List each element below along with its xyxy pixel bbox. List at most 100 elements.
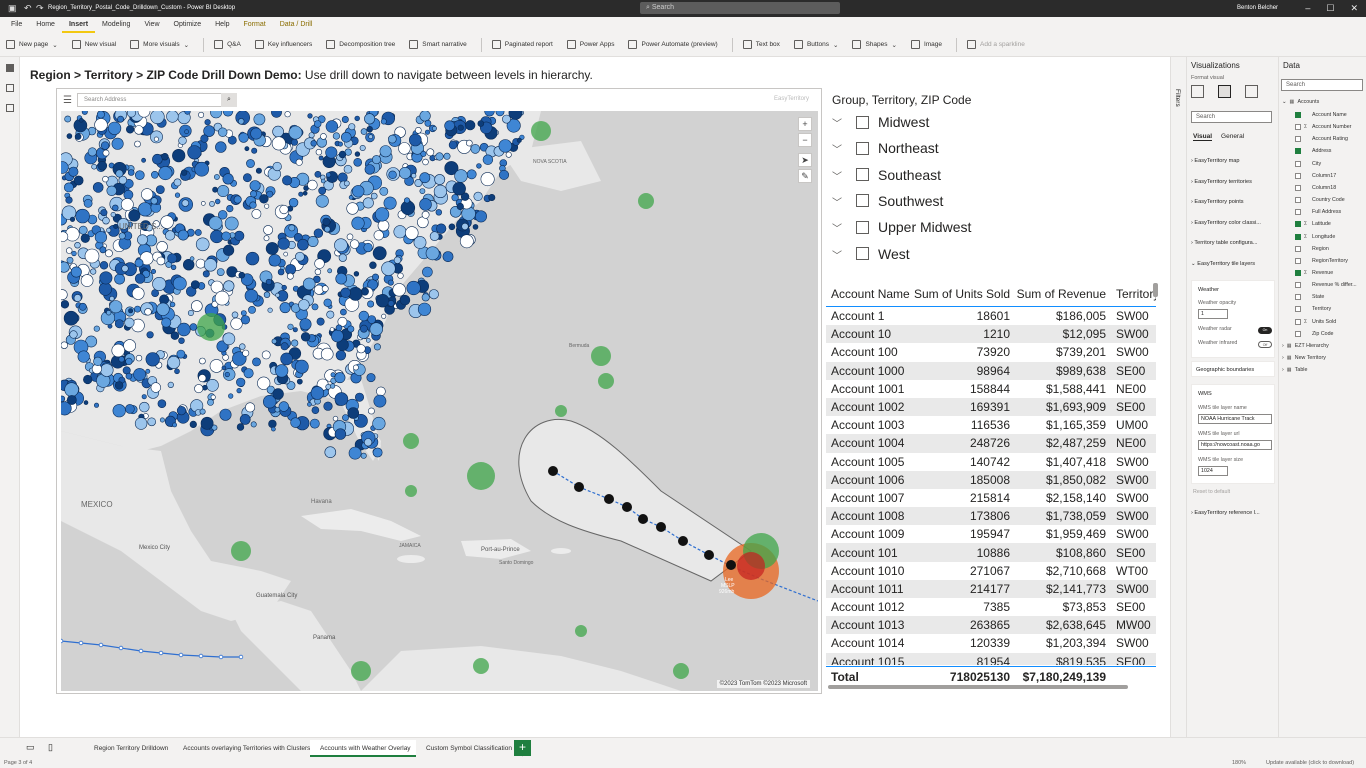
- viz-search-input[interactable]: Search: [1191, 111, 1272, 123]
- account-point[interactable]: [364, 164, 375, 175]
- account-point[interactable]: [240, 315, 250, 325]
- account-point[interactable]: [98, 282, 113, 296]
- account-point[interactable]: [200, 134, 209, 143]
- col-header-revenue[interactable]: Sum of Revenue: [1014, 287, 1110, 301]
- ribbon-smart-narrative-button[interactable]: Smart narrative: [409, 40, 467, 49]
- account-point[interactable]: [263, 291, 271, 298]
- account-point[interactable]: [253, 113, 266, 126]
- account-point[interactable]: [456, 202, 464, 211]
- account-point[interactable]: [90, 268, 97, 275]
- menu-optimize[interactable]: Optimize: [167, 17, 209, 33]
- field-city[interactable]: City: [1295, 160, 1321, 167]
- account-point[interactable]: [334, 238, 348, 252]
- account-point[interactable]: [153, 136, 159, 142]
- update-notice[interactable]: Update available (click to download): [1266, 760, 1354, 766]
- account-point[interactable]: [242, 349, 250, 357]
- account-point[interactable]: [323, 298, 332, 308]
- account-point[interactable]: [167, 253, 178, 264]
- account-point[interactable]: [472, 224, 479, 230]
- menu-home[interactable]: Home: [29, 17, 62, 33]
- checkbox[interactable]: [856, 220, 869, 234]
- build-visual-icon[interactable]: [1191, 85, 1204, 98]
- account-point[interactable]: [209, 359, 224, 373]
- account-point[interactable]: [176, 349, 186, 359]
- account-point[interactable]: [201, 201, 206, 206]
- account-point[interactable]: [443, 152, 451, 160]
- account-point[interactable]: [362, 197, 374, 209]
- account-point[interactable]: [367, 300, 375, 308]
- data-search-input[interactable]: Search: [1281, 79, 1363, 91]
- account-point[interactable]: [354, 115, 360, 122]
- account-point[interactable]: [290, 417, 301, 428]
- account-point[interactable]: [161, 152, 169, 161]
- account-point[interactable]: [320, 133, 327, 140]
- account-point[interactable]: [314, 268, 322, 276]
- account-point[interactable]: [268, 254, 282, 267]
- account-point[interactable]: [424, 129, 430, 135]
- account-point[interactable]: [199, 357, 206, 365]
- account-point[interactable]: [151, 170, 159, 179]
- field-revenue-differ[interactable]: Revenue % differ...: [1295, 282, 1357, 289]
- account-point[interactable]: [480, 172, 495, 187]
- account-point[interactable]: [97, 160, 108, 171]
- account-point[interactable]: [314, 120, 322, 128]
- add-page-button[interactable]: +: [514, 740, 531, 756]
- account-point[interactable]: [366, 373, 376, 383]
- account-point[interactable]: [261, 350, 271, 360]
- account-point[interactable]: [288, 224, 296, 232]
- account-point[interactable]: [280, 342, 289, 351]
- table-row[interactable]: Account 1014 120339 $1,203,394 SW00: [826, 634, 1156, 652]
- account-point[interactable]: [64, 382, 79, 397]
- account-point[interactable]: [203, 258, 218, 272]
- page-tab[interactable]: Accounts overlaying Territories with Clu…: [173, 740, 322, 757]
- field-checkbox[interactable]: [1295, 124, 1301, 131]
- ribbon-shapes-button[interactable]: Shapes ⌄: [852, 40, 897, 49]
- tab-visual[interactable]: Visual: [1193, 133, 1213, 141]
- account-point[interactable]: [141, 394, 147, 400]
- account-point[interactable]: [156, 256, 166, 266]
- field-checkbox[interactable]: [1295, 136, 1301, 143]
- account-point[interactable]: [178, 337, 185, 344]
- account-point[interactable]: [210, 394, 216, 400]
- account-point[interactable]: [78, 302, 87, 311]
- account-point[interactable]: [69, 216, 76, 222]
- field-units-sold[interactable]: Σ Units Sold: [1295, 318, 1336, 325]
- account-point[interactable]: [174, 192, 181, 198]
- account-point[interactable]: [387, 300, 395, 307]
- account-point[interactable]: [288, 125, 303, 140]
- table-vscrollbar[interactable]: [1153, 283, 1158, 297]
- account-point[interactable]: [137, 234, 148, 246]
- account-point[interactable]: [221, 365, 227, 371]
- checkbox[interactable]: [856, 115, 869, 129]
- col-header-units[interactable]: Sum of Units Sold: [914, 287, 1014, 301]
- account-point[interactable]: [156, 241, 168, 253]
- menu-view[interactable]: View: [137, 17, 166, 33]
- account-point[interactable]: [284, 111, 291, 118]
- account-point[interactable]: [332, 132, 341, 140]
- field-account-name[interactable]: Account Name: [1295, 112, 1347, 118]
- account-point[interactable]: [61, 300, 70, 309]
- account-point[interactable]: [194, 229, 202, 236]
- account-point[interactable]: [100, 209, 108, 217]
- account-point[interactable]: [250, 190, 258, 198]
- wms-header[interactable]: WMS: [1198, 391, 1282, 397]
- account-point[interactable]: [107, 121, 122, 135]
- account-point[interactable]: [174, 368, 180, 375]
- table-row[interactable]: Account 1011 214177 $2,141,773 SW00: [826, 579, 1156, 598]
- account-point[interactable]: [61, 341, 68, 349]
- account-point[interactable]: [135, 170, 145, 180]
- account-point[interactable]: [387, 279, 394, 286]
- account-point[interactable]: [118, 232, 126, 240]
- account-point[interactable]: [233, 195, 242, 204]
- account-point[interactable]: [140, 188, 154, 201]
- ribbon-power-apps-button[interactable]: Power Apps: [566, 40, 614, 49]
- ribbon-more-visuals-button[interactable]: More visuals ⌄: [130, 40, 189, 49]
- account-point[interactable]: [73, 175, 84, 186]
- table-row[interactable]: Account 1015 81954 $819,535 SE00: [826, 652, 1156, 665]
- account-point[interactable]: [505, 151, 512, 158]
- account-point[interactable]: [167, 356, 181, 370]
- account-point[interactable]: [354, 151, 361, 157]
- account-point[interactable]: [184, 129, 189, 135]
- account-point[interactable]: [341, 116, 349, 124]
- field-territory[interactable]: Territory: [1295, 306, 1331, 313]
